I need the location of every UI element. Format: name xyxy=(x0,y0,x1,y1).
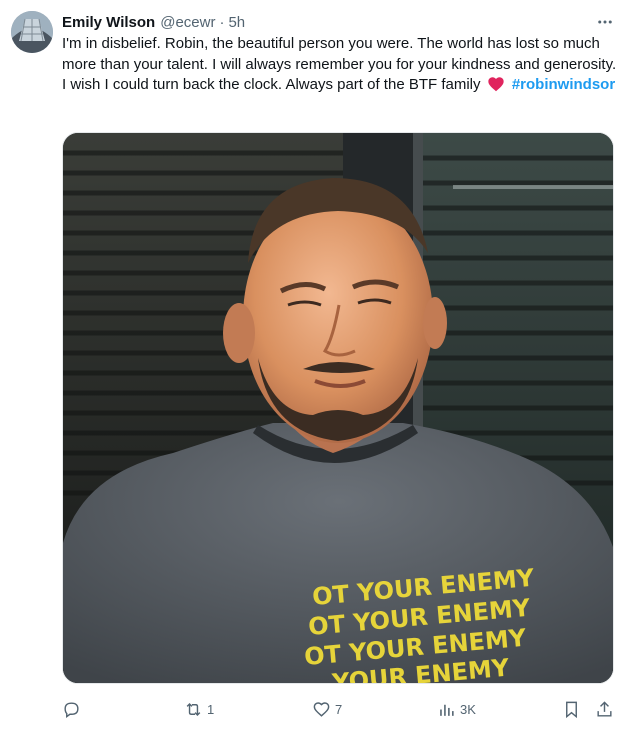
share-button[interactable] xyxy=(595,696,614,722)
avatar[interactable] xyxy=(11,11,53,53)
more-button[interactable] xyxy=(594,12,616,32)
tweet-photo[interactable]: OT YOUR ENEMY OT YOUR ENEMY OT YOUR ENEM… xyxy=(62,132,614,684)
views-count: 3K xyxy=(460,701,476,717)
timestamp[interactable]: 5h xyxy=(228,14,245,31)
author-name[interactable]: Emily Wilson xyxy=(62,14,155,31)
reply-button[interactable] xyxy=(62,696,85,722)
tweet-text: I'm in disbelief. Robin, the beautiful p… xyxy=(62,34,618,96)
repost-icon xyxy=(186,702,201,716)
like-count: 7 xyxy=(335,701,343,717)
bookmark-icon xyxy=(566,701,577,718)
bookmark-button[interactable] xyxy=(562,696,581,722)
separator: · xyxy=(219,13,225,31)
reply-icon xyxy=(64,701,79,718)
heart-icon xyxy=(488,77,504,92)
author-handle[interactable]: @ecewr xyxy=(160,14,215,31)
tweet-actions: 1 7 3K xyxy=(62,696,622,722)
more-icon xyxy=(598,20,612,24)
tweet-header: Emily Wilson @ecewr · 5h xyxy=(62,12,614,32)
like-icon xyxy=(313,701,330,717)
repost-count: 1 xyxy=(207,701,215,717)
hashtag-link[interactable]: #robinwindsor xyxy=(512,76,615,93)
views-button[interactable]: 3K xyxy=(437,696,476,722)
like-button[interactable]: 7 xyxy=(312,696,342,722)
repost-button[interactable]: 1 xyxy=(184,696,214,722)
views-icon xyxy=(440,704,454,716)
share-icon xyxy=(597,700,612,717)
tweet: Emily Wilson @ecewr · 5h I'm in disbelie… xyxy=(0,0,634,732)
